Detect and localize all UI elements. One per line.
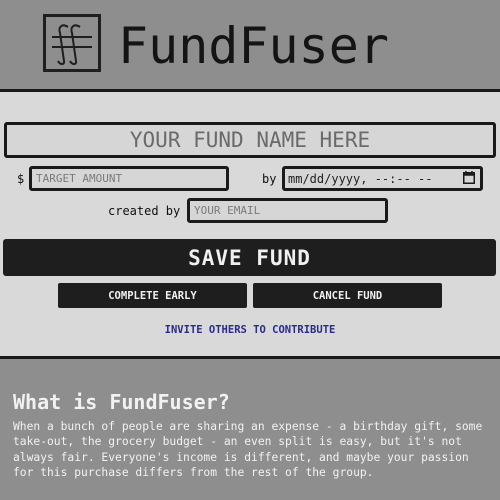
fund-form: $ by mm/dd/yyyy, --:-- -- created by SAV… (0, 89, 500, 359)
invite-others-link[interactable]: INVITE OTHERS TO CONTRIBUTE (0, 324, 500, 336)
complete-early-button[interactable]: COMPLETE EARLY (58, 283, 247, 308)
currency-symbol: $ (17, 172, 25, 186)
created-by-label: created by (108, 204, 181, 218)
about-title: What is FundFuser? (13, 390, 230, 414)
target-amount-input[interactable] (29, 166, 229, 191)
by-label: by (262, 172, 277, 186)
app-header: FundFuser (0, 0, 500, 89)
ff-monogram-logo-icon (43, 14, 101, 72)
app-title: FundFuser (118, 17, 389, 75)
deadline-datetime-input[interactable]: mm/dd/yyyy, --:-- -- (282, 166, 483, 191)
email-field[interactable] (187, 198, 388, 223)
date-placeholder: mm/dd/yyyy, --:-- -- (288, 172, 433, 186)
fund-name-input[interactable] (4, 122, 496, 158)
cancel-fund-button[interactable]: CANCEL FUND (253, 283, 442, 308)
about-body: When a bunch of people are sharing an ex… (13, 420, 483, 480)
save-fund-button[interactable]: SAVE FUND (3, 239, 496, 276)
calendar-icon[interactable] (463, 171, 475, 184)
